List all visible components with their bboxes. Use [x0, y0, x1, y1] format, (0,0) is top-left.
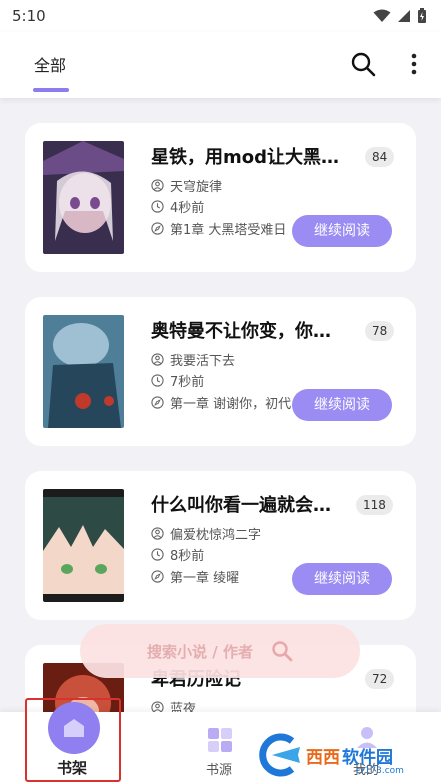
status-icons — [373, 8, 427, 24]
time-row: 7秒前 — [151, 371, 331, 389]
battery-icon — [418, 8, 426, 23]
book-author: 天穹旋律 — [170, 179, 223, 195]
clock-icon — [151, 373, 164, 387]
wifi-icon — [373, 9, 391, 22]
clock-icon — [151, 199, 164, 213]
nav-source-label: 书源 — [206, 763, 233, 778]
watermark-brand-a: 西西 — [306, 747, 340, 768]
unread-count-badge: 72 — [365, 669, 395, 689]
book-cover — [43, 141, 124, 254]
book-author: 我要活下去 — [170, 353, 236, 369]
book-cover — [43, 489, 124, 602]
book-card[interactable]: 星铁，用mod让大黑塔… 84 天穹旋律 4秒前 第1章 大黑塔受难日 继续阅读 — [25, 123, 416, 272]
time-row: 4秒前 — [151, 197, 331, 215]
current-chapter: 第一章 绫曜 — [170, 570, 240, 586]
unread-count-badge: 78 — [365, 321, 395, 341]
search-icon[interactable] — [349, 50, 377, 78]
search-float-label: 搜索小说 / 作者 — [147, 642, 253, 661]
floating-search-button[interactable]: 搜索小说 / 作者 — [80, 624, 360, 678]
signal-icon — [398, 10, 410, 22]
bookshelf-icon — [48, 702, 100, 754]
compass-icon — [151, 395, 164, 409]
unread-count-badge: 118 — [356, 495, 393, 515]
clock-icon — [151, 547, 164, 561]
book-author: 偏爱枕惊鸿二字 — [170, 527, 262, 543]
unread-count-badge: 84 — [365, 147, 395, 167]
more-vert-icon[interactable] — [404, 50, 424, 78]
author-row: 天穹旋律 — [151, 176, 331, 194]
book-title: 奥特曼不让你变，你… — [151, 321, 331, 342]
last-read-time: 4秒前 — [170, 200, 205, 216]
watermark-logo: 西西 软件园 cr173.com — [252, 730, 427, 780]
watermark-url: cr173.com — [356, 766, 404, 776]
continue-reading-button[interactable]: 继续阅读 — [292, 215, 392, 247]
person-icon — [151, 352, 164, 366]
author-row: 我要活下去 — [151, 350, 331, 368]
continue-reading-button[interactable]: 继续阅读 — [292, 563, 392, 595]
book-card[interactable]: 什么叫你看一遍就会… 118 偏爱枕惊鸿二字 8秒前 第一章 绫曜 继续阅读 — [25, 471, 416, 620]
current-chapter: 第1章 大黑塔受难日 — [170, 222, 287, 238]
continue-reading-button[interactable]: 继续阅读 — [292, 389, 392, 421]
last-read-time: 8秒前 — [170, 548, 205, 564]
tab-all[interactable]: 全部 — [34, 52, 66, 76]
watermark-c-icon — [259, 733, 300, 777]
nav-bookshelf-label: 书架 — [57, 759, 88, 777]
book-source-icon[interactable] — [207, 727, 233, 753]
app-bar: 全部 — [0, 32, 441, 98]
current-chapter: 第一章 谢谢你，初代 — [170, 396, 292, 412]
book-title: 星铁，用mod让大黑塔… — [151, 147, 351, 168]
status-time: 5:10 — [12, 7, 46, 25]
person-icon — [151, 526, 164, 540]
person-icon — [151, 178, 164, 192]
search-icon — [272, 641, 293, 662]
author-row: 偏爱枕惊鸿二字 — [151, 524, 331, 542]
watermark-brand-b: 软件园 — [342, 747, 393, 768]
compass-icon — [151, 221, 164, 235]
last-read-time: 7秒前 — [170, 374, 205, 390]
book-cover — [43, 315, 124, 428]
status-bar: 5:10 — [0, 0, 441, 32]
book-title: 什么叫你看一遍就会… — [151, 495, 331, 516]
tab-indicator — [33, 88, 69, 92]
time-row: 8秒前 — [151, 545, 331, 563]
compass-icon — [151, 569, 164, 583]
book-card[interactable]: 奥特曼不让你变，你… 78 我要活下去 7秒前 第一章 谢谢你，初代 继续阅读 — [25, 297, 416, 446]
